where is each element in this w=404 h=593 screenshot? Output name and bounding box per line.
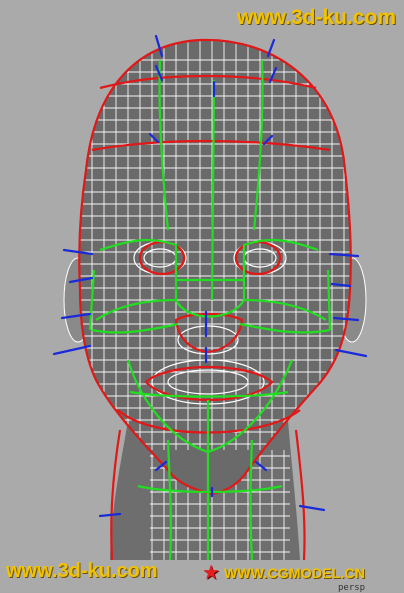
watermark-logo: ★ WWW.CGMODEL.CN (202, 563, 365, 583)
view-label: persp (338, 583, 366, 593)
star-icon: ★ (202, 562, 220, 584)
viewport[interactable]: www.3d-ku.com www.3d-ku.com ★ WWW.CGMODE… (0, 0, 404, 593)
head-mesh[interactable] (0, 0, 404, 591)
watermark-bottom: www.3d-ku.com (6, 560, 158, 582)
watermark-top: www.3d-ku.com (236, 6, 396, 29)
watermark-logo-text: WWW.CGMODEL.CN (223, 565, 366, 581)
